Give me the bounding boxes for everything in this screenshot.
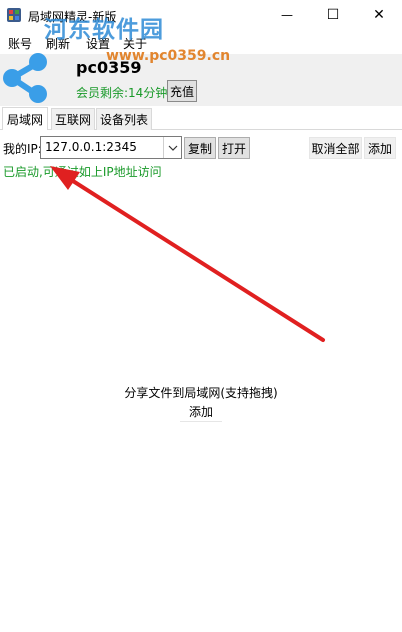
- app-icon: [7, 8, 21, 22]
- chevron-down-icon[interactable]: [163, 137, 181, 158]
- tab-lan[interactable]: 局域网: [2, 107, 48, 130]
- close-button[interactable]: ✕: [356, 0, 402, 30]
- ip-value: 127.0.0.1:2345: [45, 140, 137, 154]
- maximize-icon: ☐: [326, 7, 340, 23]
- copy-button[interactable]: 复制: [184, 137, 216, 159]
- close-icon: ✕: [373, 7, 385, 23]
- minimize-button[interactable]: —: [264, 0, 310, 30]
- ip-select[interactable]: 127.0.0.1:2345: [40, 136, 182, 159]
- open-button[interactable]: 打开: [218, 137, 250, 159]
- watermark-title: 河东软件园: [44, 17, 164, 43]
- recharge-button[interactable]: 充值: [167, 80, 197, 102]
- share-icon: [3, 53, 47, 103]
- my-ip-label: 我的IP:: [3, 142, 42, 156]
- watermark-url: www.pc0359.cn: [106, 48, 231, 64]
- member-remaining: 会员剩余:14分钟: [76, 86, 168, 100]
- share-drop-hint: 分享文件到局域网(支持拖拽): [124, 386, 278, 400]
- add-button[interactable]: 添加: [364, 137, 396, 159]
- status-message: 已启动,可通过如上IP地址访问: [3, 165, 162, 179]
- maximize-button[interactable]: ☐: [310, 0, 356, 30]
- tab-bar: 局域网 互联网 设备列表: [0, 107, 402, 130]
- lan-content: [0, 131, 402, 632]
- tab-internet[interactable]: 互联网: [51, 108, 95, 130]
- minimize-icon: —: [281, 8, 293, 22]
- cancel-all-button[interactable]: 取消全部: [309, 137, 362, 159]
- add-file-button[interactable]: 添加: [180, 402, 222, 422]
- tab-device-list[interactable]: 设备列表: [96, 108, 152, 130]
